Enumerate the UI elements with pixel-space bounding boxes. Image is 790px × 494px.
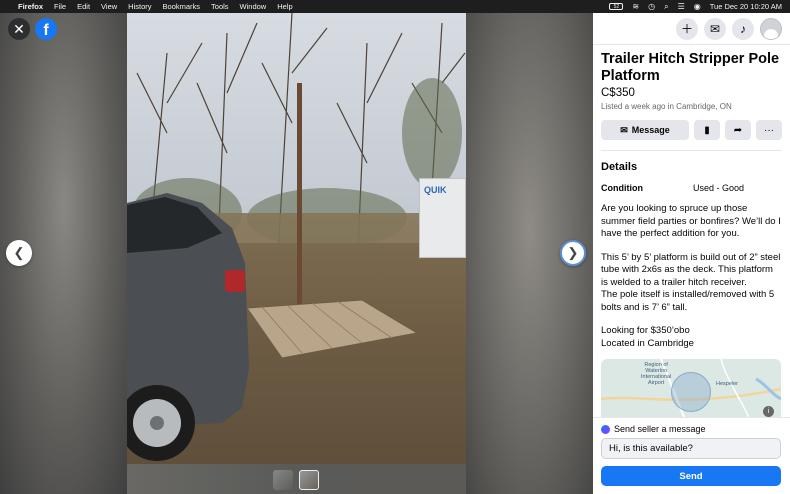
wifi-icon[interactable]: ≋: [632, 2, 639, 11]
messenger-icon: ✉: [709, 21, 721, 36]
condition-label: Condition: [601, 183, 643, 194]
listing-photo: QUIK: [127, 13, 466, 464]
previous-photo-button[interactable]: ❮: [6, 240, 32, 266]
more-options-button[interactable]: ···: [756, 120, 782, 141]
photo-viewer: QUIK ✕ f ❮ ❯: [0, 13, 593, 494]
bell-icon: ♪: [740, 21, 746, 36]
facebook-logo[interactable]: f: [35, 18, 57, 40]
menu-help[interactable]: Help: [277, 2, 292, 11]
photo-platform-deck: [246, 299, 417, 358]
map-location-radius: [671, 371, 711, 412]
photo-thumbnail-active[interactable]: [299, 470, 319, 490]
battery-level: 52: [613, 3, 620, 10]
menu-edit[interactable]: Edit: [77, 2, 90, 11]
next-photo-button[interactable]: ❯: [560, 240, 586, 266]
control-center-icon[interactable]: ☰: [678, 2, 685, 11]
siri-icon[interactable]: ◉: [694, 2, 701, 11]
menu-tools[interactable]: Tools: [211, 2, 229, 11]
condition-row: Condition Used - Good: [601, 183, 782, 193]
panel-header: ＋ ✉ ♪: [593, 13, 790, 45]
menu-bookmarks[interactable]: Bookmarks: [163, 2, 201, 11]
menu-bar: Firefox File Edit View History Bookmarks…: [0, 0, 790, 13]
clock[interactable]: Tue Dec 20 10:20 AM: [710, 2, 782, 11]
chevron-right-icon: ❯: [567, 245, 579, 260]
message-button-label: Message: [631, 125, 670, 136]
battery-icon[interactable]: 52: [609, 3, 624, 10]
details-heading: Details: [601, 161, 638, 174]
share-icon: ➦: [733, 124, 743, 136]
listing-details: Trailer Hitch Stripper Pole Platform C$3…: [593, 45, 790, 422]
send-title-label: Send seller a message: [614, 424, 706, 434]
divider: [601, 150, 782, 152]
save-button[interactable]: ▮: [694, 120, 720, 141]
search-icon[interactable]: ⌕: [664, 2, 668, 12]
notifications-button[interactable]: ♪: [732, 17, 754, 40]
listing-description: Are you looking to spruce up those summe…: [601, 203, 782, 350]
status-area: 52 ≋ ◷ ⌕ ☰ ◉ Tue Dec 20 10:20 AM: [609, 2, 782, 12]
map-label-town: Hespeler: [716, 380, 739, 387]
menu-view[interactable]: View: [101, 2, 117, 11]
chevron-left-icon: ❮: [13, 245, 25, 260]
condition-value: Used - Good: [693, 183, 745, 194]
plus-icon: ＋: [680, 22, 693, 36]
send-title: Send seller a message: [601, 424, 782, 434]
time-machine-icon[interactable]: ◷: [648, 2, 655, 11]
bookmark-icon: ▮: [704, 124, 710, 136]
send-message-section: Send seller a message Hi, is this availa…: [593, 417, 790, 494]
messenger-icon: ✉: [620, 124, 628, 135]
messenger-icon: [601, 424, 610, 434]
photo-trailer: QUIK: [419, 178, 466, 258]
message-button[interactable]: ✉ Message: [601, 120, 689, 141]
avatar[interactable]: [760, 17, 782, 40]
create-button[interactable]: ＋: [676, 17, 698, 40]
location-map[interactable]: Region of Waterloo International Airport…: [601, 358, 781, 422]
photo-thumbnails: [273, 470, 319, 490]
messenger-button[interactable]: ✉: [704, 17, 726, 40]
map-label-region: Region of Waterloo International Airport: [641, 361, 672, 387]
menu-app-name[interactable]: Firefox: [18, 2, 43, 11]
send-button[interactable]: Send: [601, 466, 781, 486]
listing-meta: Listed a week ago in Cambridge, ON: [601, 102, 732, 112]
listing-title: Trailer Hitch Stripper Pole Platform: [601, 51, 780, 85]
info-icon[interactable]: i: [763, 405, 774, 417]
action-buttons: ✉ Message ▮ ➦ ···: [601, 120, 782, 141]
close-button[interactable]: ✕: [8, 18, 30, 40]
description-paragraph: Are you looking to spruce up those summe…: [601, 203, 781, 240]
photo-thumbnail[interactable]: [273, 470, 293, 490]
share-button[interactable]: ➦: [725, 120, 751, 141]
ellipsis-icon: ···: [764, 124, 774, 136]
trailer-sign-text: QUIK: [424, 185, 447, 195]
avatar-silhouette-icon: [764, 28, 778, 39]
menu-window[interactable]: Window: [240, 2, 267, 11]
message-input[interactable]: Hi, is this available?: [601, 438, 781, 459]
menu-file[interactable]: File: [54, 2, 66, 11]
photo-stripper-pole: [297, 83, 302, 308]
listing-price: C$350: [601, 87, 635, 100]
photo-car: [127, 193, 249, 461]
listing-panel: ＋ ✉ ♪ Trailer Hitch Stripper Pole Platfo…: [593, 13, 790, 494]
menu-history[interactable]: History: [128, 2, 151, 11]
description-paragraph: This 5’ by 5’ platform is build out of 2…: [601, 251, 781, 313]
description-paragraph: Looking for $350’obo Located in Cambridg…: [601, 325, 694, 349]
